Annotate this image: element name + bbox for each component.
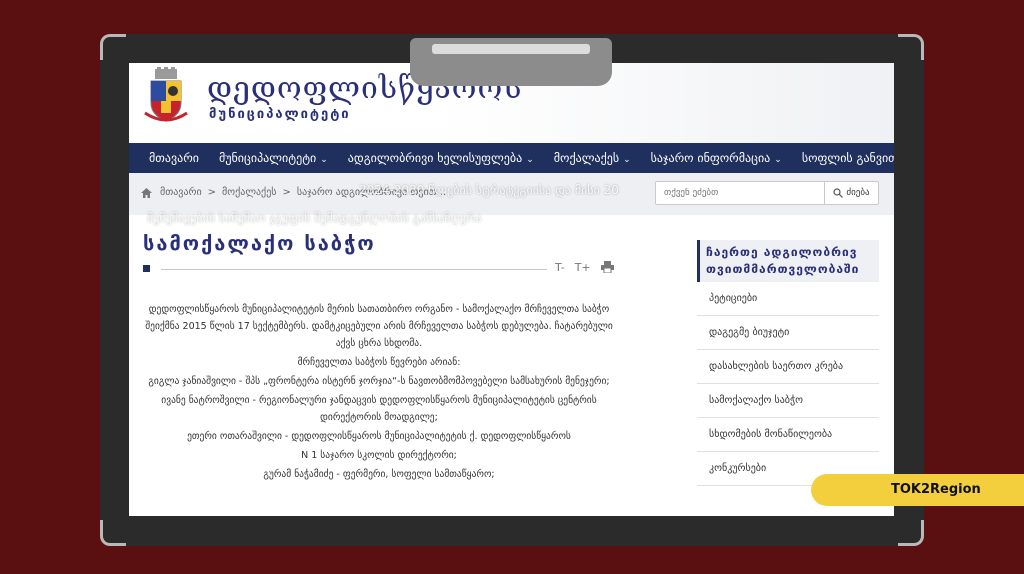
breadcrumb-separator: > bbox=[282, 187, 291, 198]
chevron-down-icon: ⌄ bbox=[623, 155, 631, 165]
title-rule: T- T+ bbox=[143, 261, 638, 275]
search-button-label: ძიება bbox=[846, 188, 870, 198]
breadcrumb-separator: > bbox=[207, 187, 217, 198]
nav-item[interactable]: საჯარო ინფორმაცია ⌄ bbox=[651, 151, 782, 165]
search-box: ძიება bbox=[655, 181, 879, 205]
nav-item-label: საჯარო ინფორმაცია bbox=[650, 151, 771, 165]
nav-item-label: ადგილობრივი ხელისუფლება bbox=[347, 151, 523, 165]
nav-item-label: მუნიციპალიტეტი bbox=[218, 151, 317, 165]
font-increase-button[interactable]: T+ bbox=[575, 261, 591, 274]
overlay-text: შემუშავების სამუშაო ჯგუფის შემადგენლობის… bbox=[147, 211, 482, 225]
text-tools: T- T+ bbox=[555, 261, 614, 274]
home-icon[interactable] bbox=[141, 187, 152, 198]
sidebar-item[interactable]: სამოქალაქო საბჭო bbox=[697, 384, 879, 418]
chevron-down-icon: ⌄ bbox=[526, 155, 534, 165]
nav-item-label: მთავარი bbox=[149, 151, 199, 165]
sidebar: ჩაერთე ადგილობრივ თვითმმართველობაში პეტი… bbox=[697, 240, 879, 486]
paragraph: გურამ ნაჭამიძე - ფერმერი, სოფელი სამთაწყ… bbox=[263, 469, 495, 480]
site-subtitle: მუნიციპალიტეტი bbox=[209, 107, 351, 122]
chevron-down-icon: ⌄ bbox=[774, 155, 782, 165]
nav-item[interactable]: სოფლის განვითარება bbox=[802, 151, 894, 165]
nav-item[interactable]: მოქალაქეს ⌄ bbox=[554, 151, 631, 165]
divider bbox=[161, 269, 547, 270]
clipboard-clip-inner bbox=[432, 44, 590, 54]
paragraph: დედოფლისწყაროს მუნიციპალიტეტის მერის სათ… bbox=[145, 304, 613, 349]
frame-corner bbox=[898, 34, 924, 60]
search-input[interactable] bbox=[656, 182, 824, 204]
webpage: დედოფლისწყაროს მუნიციპალიტეტი მთავარი მუნ… bbox=[129, 63, 894, 516]
sidebar-item[interactable]: დაგეგმე ბიუჯეტი bbox=[697, 316, 879, 350]
frame-corner bbox=[898, 520, 924, 546]
paragraph: N 1 საჯარო სკოლის დირექტორი; bbox=[301, 450, 457, 461]
sidebar-item[interactable]: სხდომების მონაწილეობა bbox=[697, 418, 879, 452]
article-body: დედოფლისწყაროს მუნიციპალიტეტის მერის სათ… bbox=[143, 301, 615, 485]
breadcrumb-citizen[interactable]: მოქალაქეს bbox=[222, 187, 276, 198]
nav-item[interactable]: ადგილობრივი ხელისუფლება ⌄ bbox=[348, 151, 534, 165]
nav-item[interactable]: მუნიციპალიტეტი ⌄ bbox=[219, 151, 328, 165]
paragraph: ეთერი ოთარაშვილი - დედოფლისწყაროს მუნიცი… bbox=[187, 431, 571, 442]
frame-corner bbox=[100, 34, 126, 60]
print-icon[interactable] bbox=[600, 261, 614, 273]
nav-item-label: სოფლის განვითარება bbox=[801, 151, 894, 165]
sidebar-item[interactable]: პეტიციები bbox=[697, 282, 879, 316]
rule-marker bbox=[143, 265, 150, 272]
search-button[interactable]: ძიება bbox=[824, 182, 878, 204]
font-decrease-button[interactable]: T- bbox=[555, 261, 565, 274]
chevron-down-icon: ⌄ bbox=[320, 155, 328, 165]
brand-badge: TOK2Region bbox=[811, 474, 1024, 506]
sidebar-item[interactable]: დასახლების საერთო კრება bbox=[697, 350, 879, 384]
overlay-text: 2024-2030 წლების სტრატეგიისა და მისი 20 bbox=[359, 183, 619, 197]
frame-corner bbox=[100, 520, 126, 546]
paragraph: მრჩეველთა საბჭოს წევრები არიან: bbox=[297, 357, 461, 368]
search-icon bbox=[833, 188, 844, 198]
nav-item[interactable]: მთავარი bbox=[149, 151, 199, 165]
main-nav: მთავარი მუნიციპალიტეტი ⌄ ადგილობრივი ხელისუ… bbox=[129, 143, 894, 173]
page-title: სამოქალაქო საბჭო bbox=[143, 231, 376, 255]
coat-of-arms-logo[interactable] bbox=[143, 67, 189, 127]
sidebar-heading: ჩაერთე ადგილობრივ თვითმმართველობაში bbox=[697, 240, 879, 282]
paragraph: ივანე ნატროშვილი - რეგიონალური ჯანდაცვის… bbox=[161, 395, 597, 423]
nav-item-label: მოქალაქეს bbox=[553, 151, 620, 165]
paragraph: გიგლა ჯანიაშვილი - შპს „ფრონტერა ისტერნ … bbox=[148, 376, 610, 387]
breadcrumb-home[interactable]: მთავარი bbox=[160, 187, 202, 198]
